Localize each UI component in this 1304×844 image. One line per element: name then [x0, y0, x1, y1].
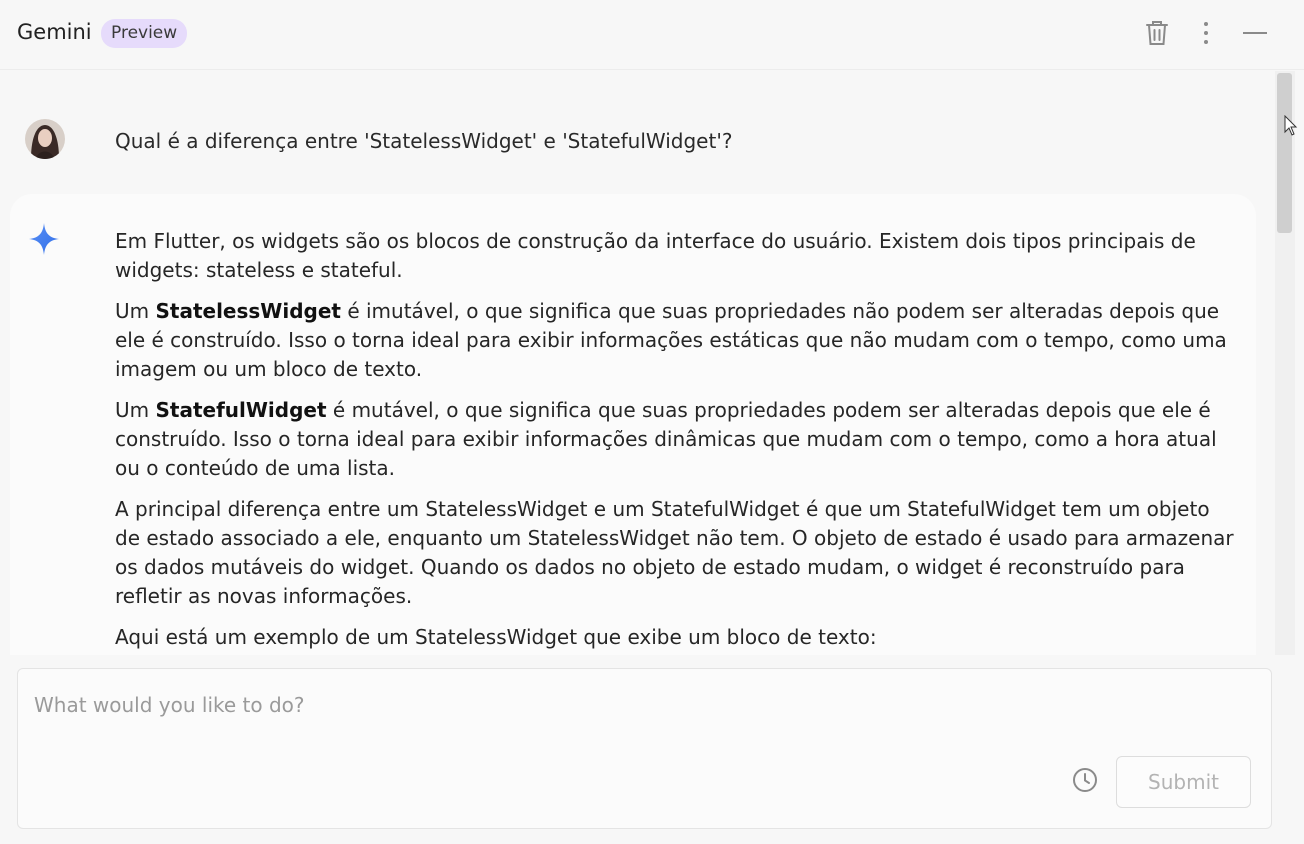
submit-button[interactable]: Submit	[1116, 756, 1251, 808]
prompt-input[interactable]	[34, 685, 1034, 725]
response-paragraph: Um StatefulWidget é mutável, o que signi…	[115, 398, 1217, 480]
history-clock-icon[interactable]	[1070, 765, 1100, 795]
response-text: Em Flutter, os widgets são os blocos de …	[115, 227, 1235, 655]
preview-badge: Preview	[101, 19, 188, 48]
scrollbar-thumb[interactable]	[1277, 73, 1292, 233]
bold-term: StatelessWidget	[155, 299, 341, 323]
app-title: Gemini	[17, 20, 92, 44]
minimize-icon[interactable]	[1238, 16, 1272, 50]
avatar	[25, 119, 65, 159]
trash-icon[interactable]	[1140, 16, 1174, 50]
response-paragraph: Aqui está um exemplo de um StatelessWidg…	[115, 625, 877, 649]
gemini-sparkle-icon	[28, 222, 60, 260]
chat-scroll-area[interactable]: Qual é a diferença entre 'StatelessWidge…	[0, 71, 1275, 655]
mouse-cursor-icon	[1284, 114, 1298, 141]
response-paragraph: Em Flutter, os widgets são os blocos de …	[115, 229, 1196, 282]
response-paragraph: Um StatelessWidget é imutável, o que sig…	[115, 299, 1227, 381]
panel-header: Gemini Preview	[0, 0, 1304, 70]
prompt-composer: Submit	[17, 668, 1272, 829]
more-vertical-icon[interactable]	[1189, 16, 1223, 50]
gemini-response-card: Em Flutter, os widgets são os blocos de …	[10, 194, 1256, 655]
bold-term: StatefulWidget	[155, 398, 327, 422]
user-message-text: Qual é a diferença entre 'StatelessWidge…	[115, 129, 733, 153]
response-paragraph: A principal diferença entre um Stateless…	[115, 497, 1234, 608]
user-message-row: Qual é a diferença entre 'StatelessWidge…	[0, 111, 1275, 171]
